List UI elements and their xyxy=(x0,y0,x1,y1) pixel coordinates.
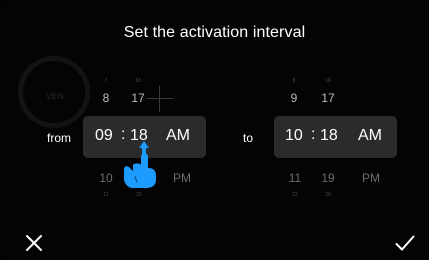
interval-setup-screen: Set the activation interval VEN 7 16 8 1… xyxy=(0,0,429,260)
to-minute-next-tiny: 20 xyxy=(325,192,331,198)
from-hour-prev[interactable]: 8 xyxy=(98,92,114,104)
to-hour-next-tiny: 12 xyxy=(292,192,298,198)
plus-icon[interactable] xyxy=(147,86,173,112)
from-label: from xyxy=(47,131,71,145)
to-ampm-next[interactable]: PM xyxy=(361,172,381,184)
to-label: to xyxy=(243,131,254,145)
page-title: Set the activation interval xyxy=(123,24,306,41)
hand-pointer-icon xyxy=(118,138,160,190)
to-minute-selected[interactable]: 18 xyxy=(320,128,338,144)
from-minute-prev-tiny: 16 xyxy=(135,78,141,84)
from-ampm-selected[interactable]: AM xyxy=(166,128,190,144)
to-hour-prev-tiny: 8 xyxy=(292,78,296,84)
to-hour-next[interactable]: 11 xyxy=(286,172,304,184)
from-hour-prev-tiny: 7 xyxy=(104,78,108,84)
from-minute-next-tiny: 20 xyxy=(136,192,142,198)
to-hour-selected[interactable]: 10 xyxy=(285,128,303,144)
from-hour-selected[interactable]: 09 xyxy=(95,128,113,144)
close-icon[interactable] xyxy=(25,234,43,252)
to-separator: : xyxy=(311,126,316,143)
background-day-label: VEN xyxy=(46,92,64,101)
to-minute-next[interactable]: 19 xyxy=(318,172,338,184)
from-hour-next-tiny: 11 xyxy=(103,192,109,198)
from-minute-prev[interactable]: 17 xyxy=(128,92,148,104)
from-ampm-next[interactable]: PM xyxy=(172,172,192,184)
to-minute-prev[interactable]: 17 xyxy=(318,92,338,104)
check-icon[interactable] xyxy=(395,234,415,252)
to-hour-prev[interactable]: 9 xyxy=(286,92,302,104)
to-ampm-selected[interactable]: AM xyxy=(358,128,382,144)
to-minute-prev-tiny: 16 xyxy=(325,78,331,84)
from-hour-next[interactable]: 10 xyxy=(97,172,115,184)
